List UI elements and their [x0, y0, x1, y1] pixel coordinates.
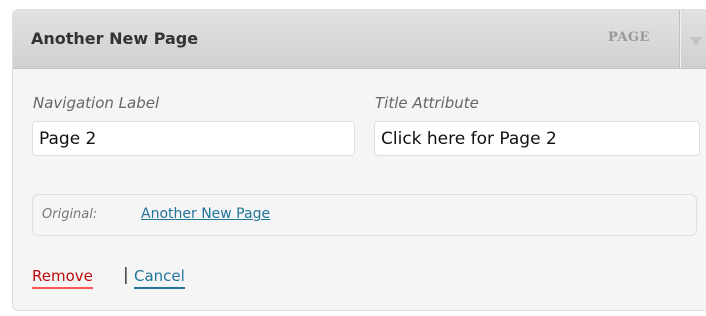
expand-toggle-button[interactable]	[680, 10, 706, 68]
title-attribute-caption: Title Attribute	[375, 94, 479, 112]
original-info-box: Original: Another New Page	[32, 194, 697, 236]
menu-item-title: Another New Page	[31, 29, 199, 48]
title-attribute-input[interactable]	[374, 121, 700, 156]
original-page-link[interactable]: Another New Page	[141, 206, 270, 222]
original-label: Original:	[42, 207, 98, 222]
action-separator: |	[123, 265, 129, 285]
menu-item-header[interactable]: Another New Page PAGE	[13, 10, 706, 69]
menu-item-panel: Another New Page PAGE Navigation Label T…	[12, 9, 706, 311]
navigation-label-input[interactable]	[32, 121, 355, 156]
remove-link[interactable]: Remove	[32, 267, 93, 289]
menu-item-type: PAGE	[608, 30, 650, 45]
navigation-label-caption: Navigation Label	[33, 94, 160, 112]
chevron-down-icon	[690, 37, 702, 46]
cancel-link[interactable]: Cancel	[134, 267, 185, 289]
